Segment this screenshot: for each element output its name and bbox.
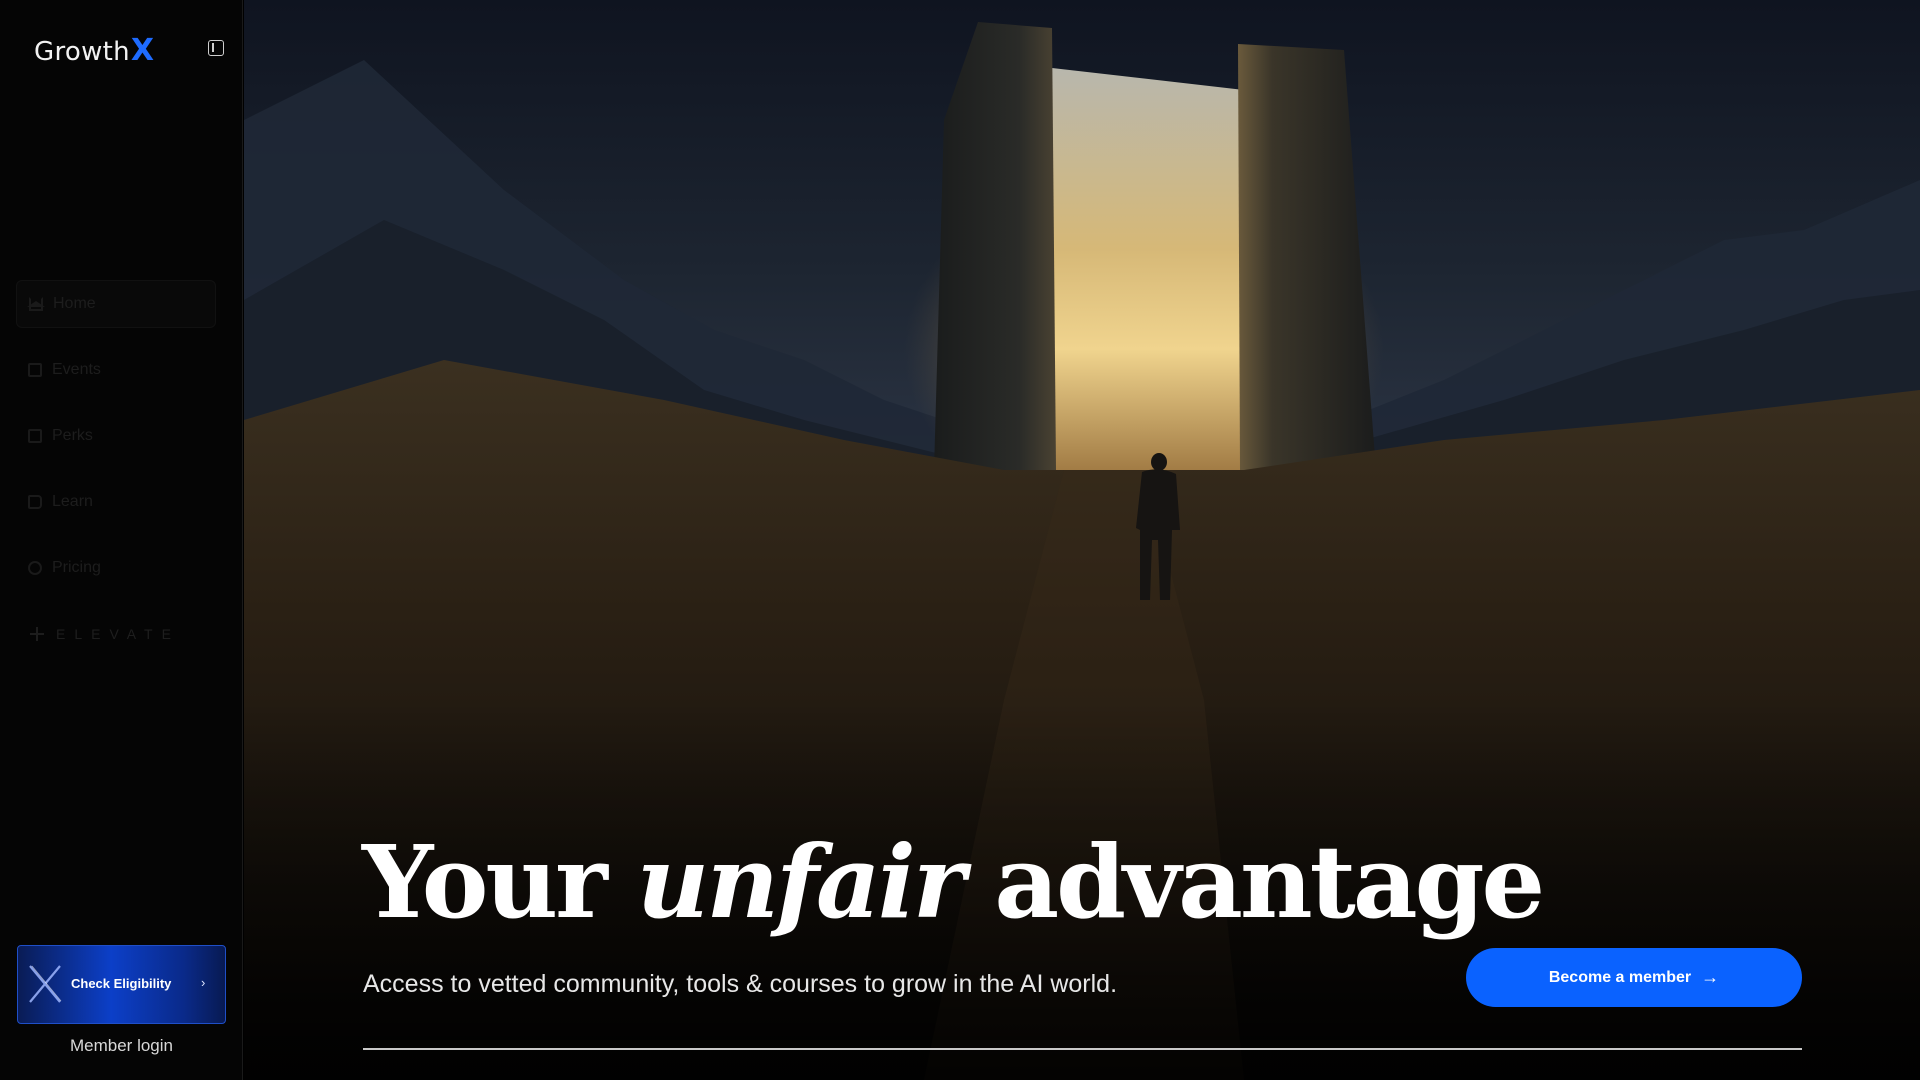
sidebar-toggle-icon[interactable] (208, 40, 224, 56)
home-icon (27, 297, 45, 311)
headline-part-2: advantage (962, 823, 1545, 941)
gift-icon (28, 429, 42, 443)
chevron-right-icon: › (201, 975, 206, 990)
become-member-label: Become a member (1548, 968, 1692, 986)
sidebar-item-elevate[interactable]: ELEVATE (16, 610, 216, 658)
logo-text: Growth (34, 37, 130, 67)
sidebar-item-label: Events (52, 361, 101, 378)
arrow-right-icon: → (1701, 967, 1720, 987)
sidebar-item-label: Home (53, 295, 96, 312)
book-icon (28, 495, 42, 509)
logo-x-mark: X (130, 33, 155, 68)
sidebar: Growth X Home Events Perks Learn Pricing … (0, 0, 243, 1080)
headline-part-1: Your (362, 823, 637, 941)
tag-icon (28, 561, 42, 575)
check-eligibility-button[interactable]: Check Eligibility › (17, 945, 226, 1024)
sidebar-item-perks[interactable]: Perks (16, 412, 216, 460)
calendar-icon (28, 363, 42, 377)
sparkle-icon (30, 627, 44, 641)
hero-divider (363, 1048, 1802, 1050)
hero-section: Your unfair advantage Access to vetted c… (244, 0, 1920, 1080)
elevate-label: ELEVATE (56, 626, 180, 642)
sidebar-item-label: Perks (52, 427, 93, 444)
x-logo-icon (29, 965, 62, 1003)
member-login-link[interactable]: Member login (0, 1036, 243, 1056)
hero-headline: Your unfair advantage (362, 832, 1545, 932)
growthx-logo[interactable]: Growth X (34, 33, 154, 68)
sidebar-item-learn[interactable]: Learn (16, 478, 216, 526)
sidebar-item-events[interactable]: Events (16, 346, 216, 394)
sidebar-item-label: Learn (52, 493, 93, 510)
sidebar-item-pricing[interactable]: Pricing (16, 544, 216, 592)
hero-subhead: Access to vetted community, tools & cour… (363, 970, 1118, 998)
sidebar-item-home[interactable]: Home (16, 280, 216, 328)
headline-italic-word: unfair (636, 823, 966, 941)
check-eligibility-label: Check Eligibility (71, 976, 172, 991)
sidebar-nav: Home Events Perks Learn Pricing ELEVATE (16, 280, 216, 658)
sidebar-item-label: Pricing (52, 559, 101, 576)
become-member-button[interactable]: Become a member → (1466, 948, 1802, 1007)
